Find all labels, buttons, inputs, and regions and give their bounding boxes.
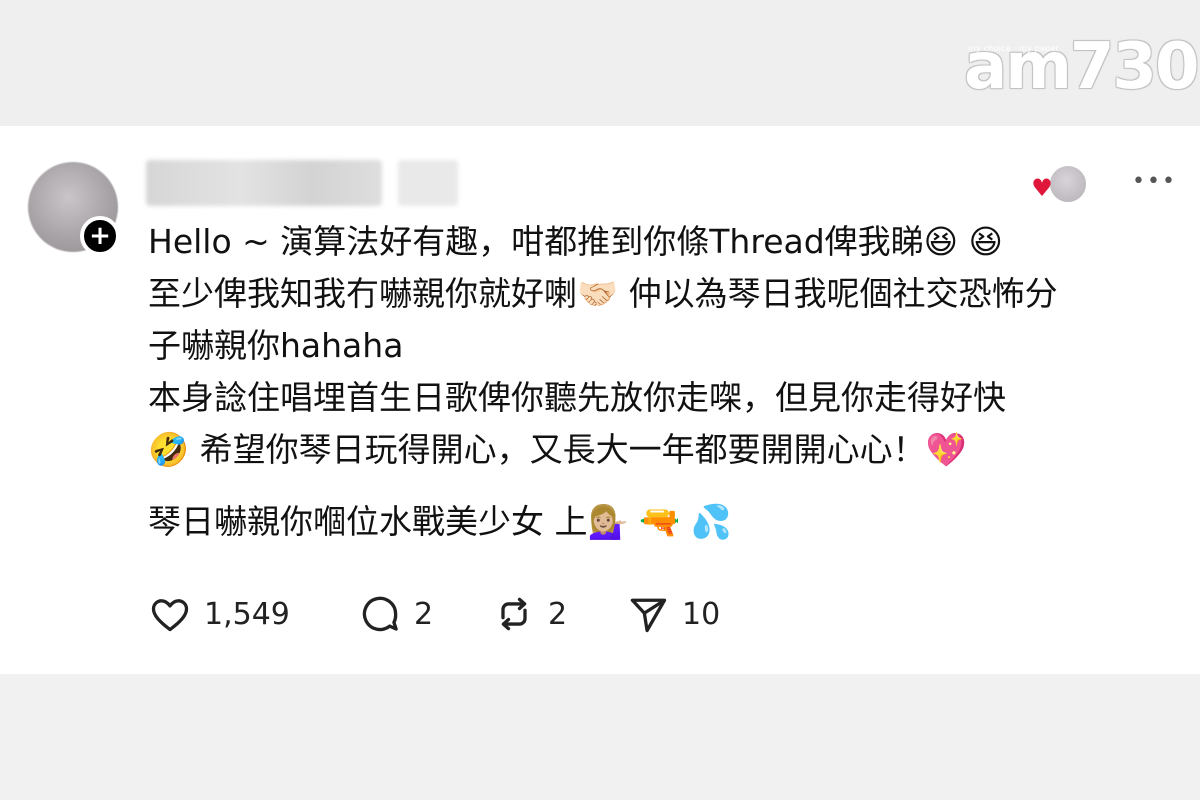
share-count: 10 (682, 596, 721, 632)
reply-button[interactable]: 2 (358, 592, 433, 636)
post-actions: 1,549 2 2 10 (148, 592, 788, 636)
more-icon[interactable]: ••• (1132, 171, 1177, 193)
brand-tagline: my choice · my paper (968, 44, 1059, 53)
post-line: ￼本身諗住唱埋首生日歌俾你聽先放你走㗎，但見你走得好快 (148, 378, 1006, 417)
plus-icon: + (89, 221, 111, 251)
author-username-redacted[interactable] (146, 160, 382, 206)
post-line: Hello ~ 演算法好有趣，咁都推到你條Thread俾我睇😆 😆 (148, 222, 1003, 261)
bottom-band (0, 674, 1200, 800)
brand-logo: am730 (964, 30, 1199, 104)
thread-post-card: + ♥ ••• Hello ~ 演算法好有趣，咁都推到你條Thread俾我睇😆 … (0, 126, 1200, 674)
send-icon (630, 598, 667, 633)
heart-outline-icon (151, 599, 189, 632)
post-line: 至少俾我知我冇嚇親你就好喇🤝🏻 仲以為琴日我呢個社交恐怖分 (148, 274, 1058, 313)
post-body: Hello ~ 演算法好有趣，咁都推到你條Thread俾我睇😆 😆 至少俾我知我… (148, 216, 1188, 548)
like-button[interactable]: 1,549 (148, 592, 290, 636)
follow-button[interactable]: + (80, 216, 120, 256)
post-line: 🤣 希望你琴日玩得開心￼，又長大一年都要開開心心！💖 (148, 430, 967, 469)
like-count: 1,549 (204, 596, 290, 632)
heart-icon: ♥ (1031, 174, 1053, 202)
comment-icon (362, 596, 398, 632)
share-button[interactable]: 10 (626, 592, 720, 636)
post-time-redacted (398, 160, 458, 206)
repost-count: 2 (548, 596, 568, 632)
repost-icon (501, 597, 527, 631)
repost-button[interactable]: 2 (492, 592, 567, 636)
reply-count: 2 (414, 596, 434, 632)
post-line: 琴日嚇親你嗰位￼水戰美少女 上💁🏼‍♀️ 🔫 💦 (148, 502, 732, 541)
liked-by-indicator[interactable]: ♥ (1028, 164, 1088, 204)
post-line: 子嚇親你hahaha (148, 326, 404, 365)
